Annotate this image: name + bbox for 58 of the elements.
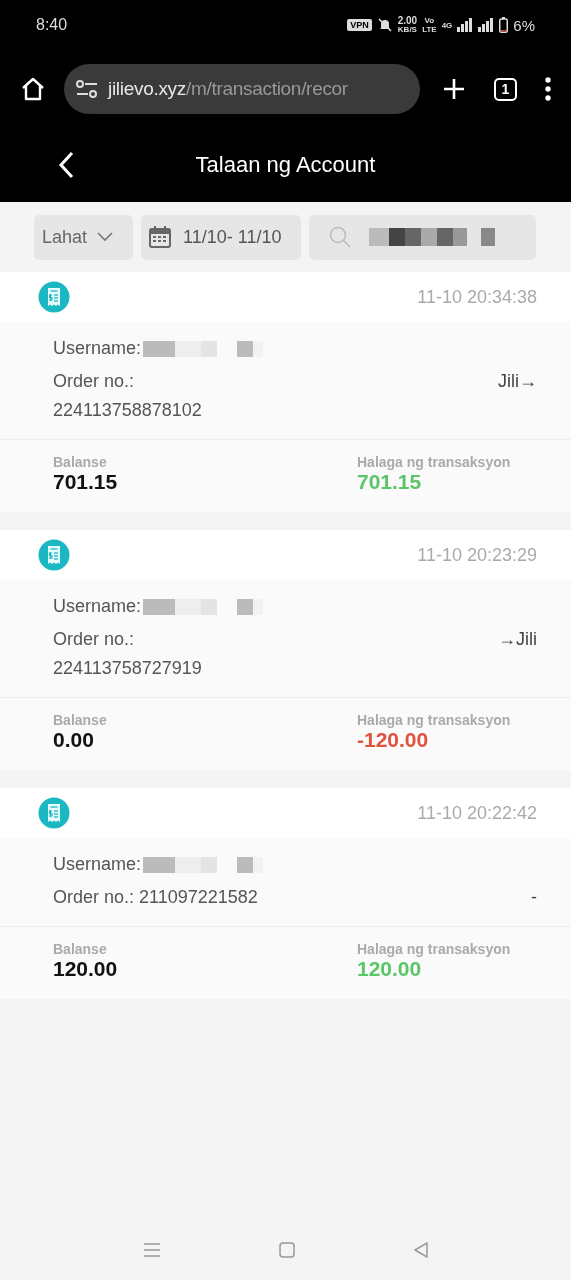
chevron-down-icon	[97, 232, 114, 242]
network-speed: 2.00	[397, 16, 418, 25]
receipt-icon	[38, 281, 70, 313]
order-label: Order no.:	[53, 629, 135, 650]
order-number: 211097221582	[139, 887, 258, 908]
page-title: Talaan ng Account	[195, 152, 376, 178]
balance-value: 701.15	[53, 470, 118, 494]
search-icon	[329, 226, 351, 248]
vpn-badge: VPN	[347, 19, 372, 31]
receipt-icon	[38, 539, 70, 571]
order-number: 224113758727919	[53, 658, 202, 679]
plus-icon[interactable]	[442, 77, 466, 101]
home-icon[interactable]	[20, 76, 46, 102]
battery-percent: 6%	[513, 16, 535, 34]
back-triangle-icon[interactable]	[412, 1242, 429, 1258]
site-settings-icon[interactable]	[76, 80, 98, 98]
balance-label: Balanse	[53, 941, 108, 957]
speed-unit: KB/S	[397, 25, 417, 34]
order-label: Order no.:	[53, 887, 135, 908]
address-bar[interactable]: jilievo.xyz/m/transaction/recor	[64, 64, 420, 114]
tab-count-button[interactable]: 1	[494, 77, 517, 101]
balance-value: 0.00	[53, 728, 95, 752]
search-field[interactable]	[309, 214, 536, 260]
transfer-direction: -	[531, 887, 537, 908]
order-label: Order no.:	[53, 371, 135, 392]
balance-value: 120.00	[53, 957, 118, 981]
volte-label: Vo	[424, 16, 435, 25]
username-label: Username:	[53, 338, 142, 359]
transfer-direction: →Jili	[498, 629, 537, 650]
transaction-time: 11-10 20:34:38	[417, 286, 537, 308]
muted-bell-icon	[376, 17, 393, 33]
transaction-time: 11-10 20:23:29	[417, 544, 537, 566]
status-time: 8:40	[36, 16, 68, 34]
order-number: 224113758878102	[53, 400, 202, 421]
calendar-icon	[149, 226, 171, 248]
amount-label: Halaga ng transaksyon	[357, 941, 512, 957]
amount-label: Halaga ng transaksyon	[357, 454, 512, 470]
transfer-direction: Jili→	[498, 371, 537, 392]
balance-label: Balanse	[53, 454, 108, 470]
date-range-picker[interactable]: 11/10- 11/10	[141, 214, 301, 260]
amount-label: Halaga ng transaksyon	[357, 712, 512, 728]
signal-icon	[457, 18, 474, 32]
signal-icon	[478, 18, 495, 32]
username-label: Username:	[53, 596, 142, 617]
type-dropdown[interactable]: Lahat	[34, 214, 133, 260]
network-type: 4G	[441, 20, 453, 30]
lte-label: LTE	[422, 25, 437, 34]
username-label: Username:	[53, 854, 142, 875]
amount-value: 701.15	[357, 470, 423, 494]
receipt-icon	[38, 797, 70, 829]
amount-value: 120.00	[357, 957, 423, 981]
balance-label: Balanse	[53, 712, 107, 728]
battery-icon	[499, 17, 509, 33]
home-square-icon[interactable]	[278, 1242, 295, 1258]
amount-value: -120.00	[357, 728, 430, 752]
more-icon[interactable]	[545, 77, 551, 101]
back-icon[interactable]	[58, 151, 74, 179]
transaction-time: 11-10 20:22:42	[417, 802, 537, 824]
